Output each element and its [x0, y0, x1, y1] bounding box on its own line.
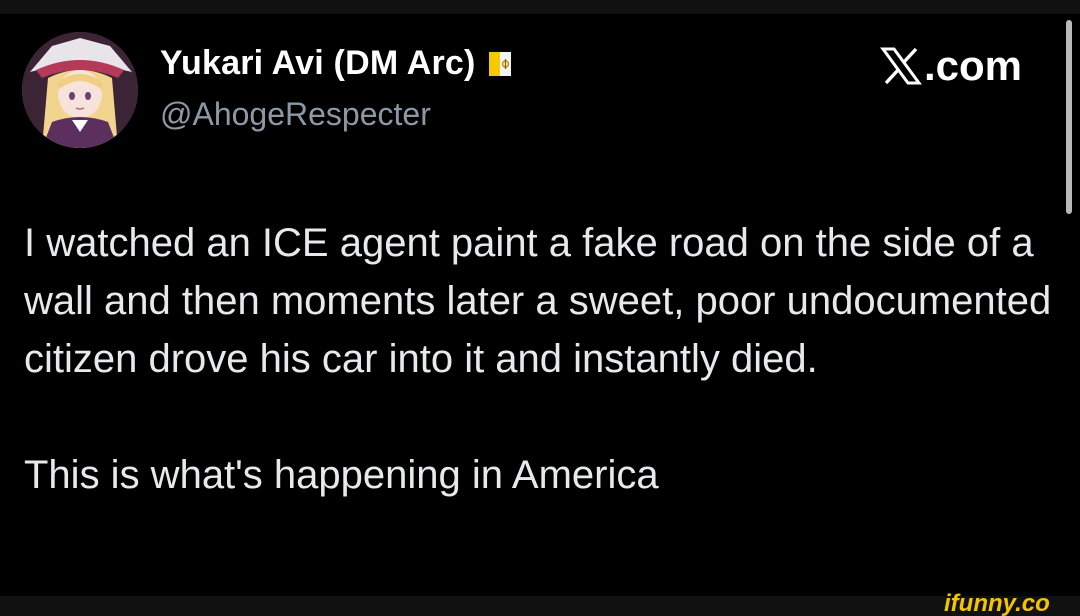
x-logo-icon [880, 46, 922, 86]
ifunny-watermark: ifunny.co [944, 590, 1050, 616]
tweet-paragraph: This is what's happening in America [24, 453, 659, 497]
vatican-flag-icon [488, 51, 512, 77]
tweet-text: I watched an ICE agent paint a fake road… [24, 214, 1054, 504]
author-display-name[interactable]: Yukari Avi (DM Arc) [160, 44, 476, 83]
author-name-row: Yukari Avi (DM Arc) [160, 44, 512, 83]
tweet-paragraph: I watched an ICE agent paint a fake road… [24, 221, 1052, 381]
x-brand: .com [880, 42, 1022, 90]
top-edge-strip [0, 0, 1080, 14]
avatar[interactable] [22, 32, 138, 148]
brand-domain-label: .com [924, 42, 1023, 89]
bottom-edge-strip [0, 596, 1080, 616]
scrollbar[interactable] [1066, 20, 1072, 214]
author-handle[interactable]: @AhogeRespecter [160, 96, 431, 133]
avatar-image [22, 32, 138, 148]
